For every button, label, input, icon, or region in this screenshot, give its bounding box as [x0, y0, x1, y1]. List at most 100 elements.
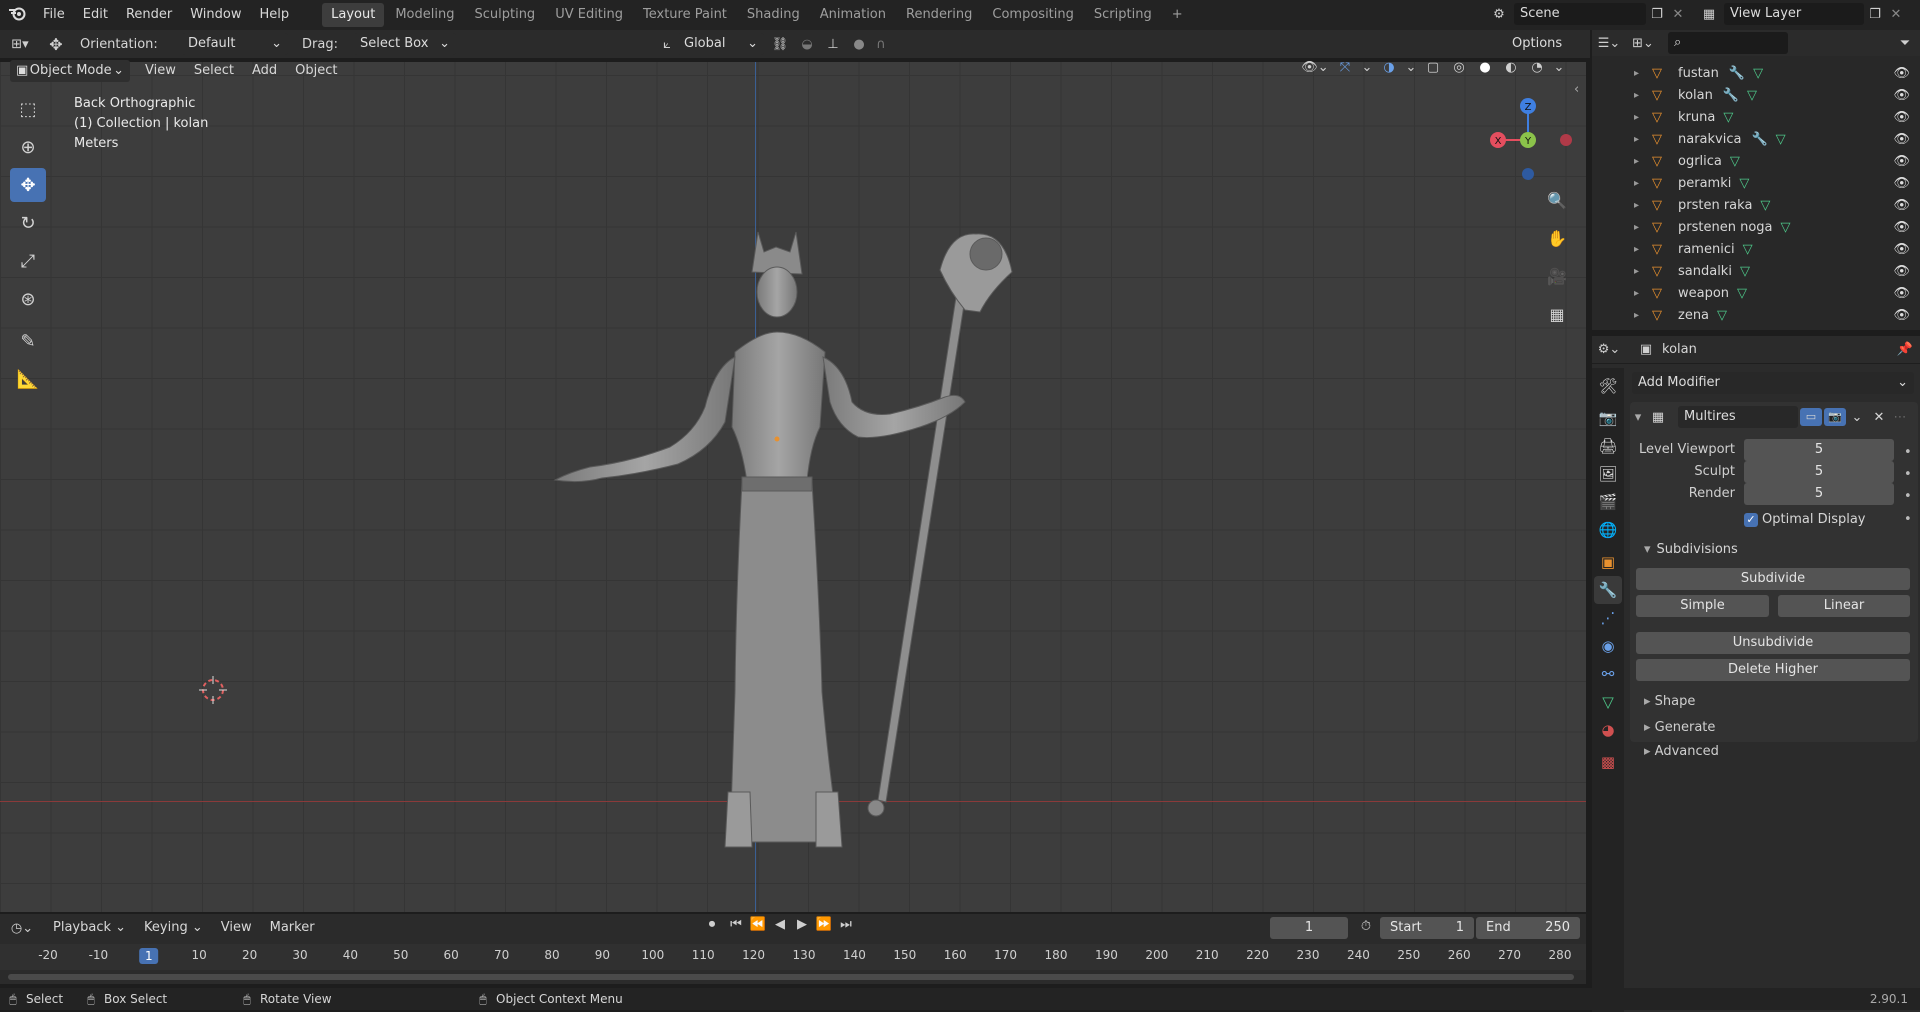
- overlays-toggle-icon[interactable]: ◑: [1378, 60, 1400, 75]
- remove-modifier-icon[interactable]: ✕: [1868, 410, 1890, 425]
- cursor-tool-icon[interactable]: ⊕: [10, 130, 46, 164]
- wrench-modifier-icon[interactable]: 🔧: [1729, 66, 1745, 81]
- drag-handle-icon[interactable]: ⋯: [1890, 410, 1910, 425]
- playback-menu[interactable]: Playback ⌄: [44, 914, 135, 942]
- viewport-menu-view[interactable]: View: [136, 58, 185, 84]
- view-layer-tab-icon[interactable]: 🖼: [1594, 460, 1622, 488]
- menu-help[interactable]: Help: [251, 0, 299, 30]
- mesh-data-icon[interactable]: ▽: [1743, 242, 1753, 257]
- simple-button[interactable]: Simple: [1636, 595, 1769, 617]
- gizmo-neg-z-icon[interactable]: [1522, 168, 1534, 180]
- frame-ruler[interactable]: -20 -10 1 10 20 30 40 50 60 70 80 90 100 110 120 130 140…: [0, 944, 1586, 970]
- camera-view-icon[interactable]: 🎥: [1542, 262, 1572, 290]
- tab-sculpting[interactable]: Sculpting: [465, 3, 544, 27]
- world-tab-icon[interactable]: 🌐: [1594, 516, 1622, 544]
- mesh-data-icon[interactable]: ▽: [1747, 88, 1757, 103]
- outliner-search-input[interactable]: ⌕: [1668, 32, 1788, 54]
- eye-visibility-icon[interactable]: 👁: [1893, 264, 1910, 279]
- outliner-item-ramenici[interactable]: ▸ ▽ ramenici ▽ 👁: [1592, 238, 1920, 260]
- expand-arrow-icon[interactable]: ▸: [1634, 112, 1652, 123]
- tab-shading[interactable]: Shading: [738, 3, 809, 27]
- edit-mode-display-icon[interactable]: ▭: [1800, 408, 1822, 426]
- expand-arrow-icon[interactable]: ▸: [1634, 266, 1652, 277]
- annotate-tool-icon[interactable]: ✎: [10, 324, 46, 358]
- sidebar-toggle-icon[interactable]: ‹: [1574, 82, 1579, 97]
- stopwatch-icon[interactable]: ⏱: [1356, 919, 1376, 934]
- tab-compositing[interactable]: Compositing: [983, 3, 1083, 27]
- tab-modeling[interactable]: Modeling: [386, 3, 463, 27]
- outliner-item-peramki[interactable]: ▸ ▽ peramki ▽ 👁: [1592, 172, 1920, 194]
- remove-scene-icon[interactable]: ✕: [1668, 7, 1688, 22]
- mesh-data-icon[interactable]: ▽: [1760, 198, 1770, 213]
- scene-name-field[interactable]: Scene: [1514, 3, 1646, 25]
- outliner-item-ogrlica[interactable]: ▸ ▽ ogrlica ▽ 👁: [1592, 150, 1920, 172]
- gizmo-toggle-icon[interactable]: ⤧: [1334, 60, 1356, 75]
- menu-render[interactable]: Render: [117, 0, 181, 30]
- menu-file[interactable]: File: [34, 0, 74, 30]
- outliner-item-kruna[interactable]: ▸ ▽ kruna ▽ 👁: [1592, 106, 1920, 128]
- outliner-item-fustan[interactable]: ▸ ▽ fustan 🔧 ▽ 👁: [1592, 62, 1920, 84]
- transform-tool-icon[interactable]: ⊛: [10, 282, 46, 316]
- drag-dropdown[interactable]: Select Box ⌄: [354, 33, 456, 55]
- pan-hand-icon[interactable]: ✋: [1542, 224, 1572, 252]
- mesh-data-icon[interactable]: ▽: [1723, 110, 1733, 125]
- marker-menu[interactable]: Marker: [261, 914, 324, 942]
- filter-icon[interactable]: ⏷: [1890, 36, 1920, 51]
- tab-uv-editing[interactable]: UV Editing: [546, 3, 632, 27]
- display-mode-icon[interactable]: ⊞⌄: [1626, 36, 1660, 51]
- mesh-data-icon[interactable]: ▽: [1717, 308, 1727, 323]
- jump-start-icon[interactable]: ⏮: [726, 917, 746, 932]
- expand-arrow-icon[interactable]: ▸: [1634, 134, 1652, 145]
- generate-subpanel[interactable]: ▸ Generate: [1644, 720, 1715, 735]
- outliner-item-sandalki[interactable]: ▸ ▽ sandalki ▽ 👁: [1592, 260, 1920, 282]
- scale-tool-icon[interactable]: ⤢: [10, 244, 46, 278]
- scene-tab-icon[interactable]: 🎬: [1594, 488, 1622, 516]
- eye-visibility-icon[interactable]: 👁: [1893, 132, 1910, 147]
- expand-arrow-icon[interactable]: ▸: [1634, 156, 1652, 167]
- expand-arrow-icon[interactable]: ▸: [1634, 310, 1652, 321]
- output-tab-icon[interactable]: 🖨: [1594, 432, 1622, 460]
- chevron-down-icon[interactable]: ⌄: [1552, 60, 1566, 75]
- xray-toggle-icon[interactable]: ▢: [1422, 60, 1444, 75]
- new-view-layer-icon[interactable]: ❐: [1864, 7, 1886, 22]
- render-tab-icon[interactable]: 📷: [1594, 404, 1622, 432]
- physics-tab-icon[interactable]: ◉: [1594, 632, 1622, 660]
- 3d-cursor[interactable]: [199, 676, 227, 704]
- shape-subpanel[interactable]: ▸ Shape: [1644, 694, 1695, 709]
- tab-scripting[interactable]: Scripting: [1085, 3, 1161, 27]
- object-tab-icon[interactable]: ▣: [1594, 548, 1622, 576]
- measure-tool-icon[interactable]: 📐: [10, 362, 46, 396]
- timeline-editor-type-icon[interactable]: ◷⌄: [0, 921, 44, 936]
- material-tab-icon[interactable]: ◕: [1594, 716, 1622, 744]
- play-reverse-icon[interactable]: ◀: [770, 917, 790, 932]
- menu-window[interactable]: Window: [181, 0, 250, 30]
- expand-arrow-icon[interactable]: ▸: [1634, 244, 1652, 255]
- wrench-modifier-icon[interactable]: 🔧: [1751, 132, 1767, 147]
- rendered-shading-icon[interactable]: ◔: [1526, 60, 1548, 75]
- remove-view-layer-icon[interactable]: ✕: [1886, 7, 1906, 22]
- gizmo-neg-x-icon[interactable]: [1560, 134, 1572, 146]
- mesh-data-icon[interactable]: ▽: [1740, 264, 1750, 279]
- mesh-data-icon[interactable]: ▽: [1737, 286, 1747, 301]
- outliner-item-weapon[interactable]: ▸ ▽ weapon ▽ 👁: [1592, 282, 1920, 304]
- level-viewport-field[interactable]: 5: [1744, 439, 1894, 461]
- eye-visibility-icon[interactable]: 👁: [1893, 308, 1910, 323]
- view-layer-icon[interactable]: ▦: [1694, 7, 1724, 22]
- material-shading-icon[interactable]: ◐: [1500, 60, 1522, 75]
- mesh-data-icon[interactable]: ▽: [1753, 66, 1763, 81]
- outliner-item-prstenen-noga[interactable]: ▸ ▽ prstenen noga ▽ 👁: [1592, 216, 1920, 238]
- new-scene-icon[interactable]: ❐: [1646, 7, 1668, 22]
- delete-higher-button[interactable]: Delete Higher: [1636, 659, 1910, 681]
- modifier-name-field[interactable]: Multires: [1678, 406, 1798, 428]
- tab-layout[interactable]: Layout: [322, 3, 385, 27]
- outliner-item-kolan[interactable]: ▸ ▽ kolan 🔧 ▽ 👁: [1592, 84, 1920, 106]
- expand-arrow-icon[interactable]: ▸: [1634, 68, 1652, 79]
- particles-tab-icon[interactable]: ⋰: [1594, 604, 1622, 632]
- current-frame-field[interactable]: 1: [1270, 917, 1348, 939]
- mesh-data-icon[interactable]: ▽: [1730, 154, 1740, 169]
- linear-button[interactable]: Linear: [1778, 595, 1910, 617]
- editor-type-icon[interactable]: ⊞▾: [0, 37, 40, 52]
- tab-animation[interactable]: Animation: [811, 3, 895, 27]
- expand-arrow-icon[interactable]: ▸: [1634, 200, 1652, 211]
- mode-dropdown[interactable]: ▣ Object Mode ⌄: [10, 60, 130, 82]
